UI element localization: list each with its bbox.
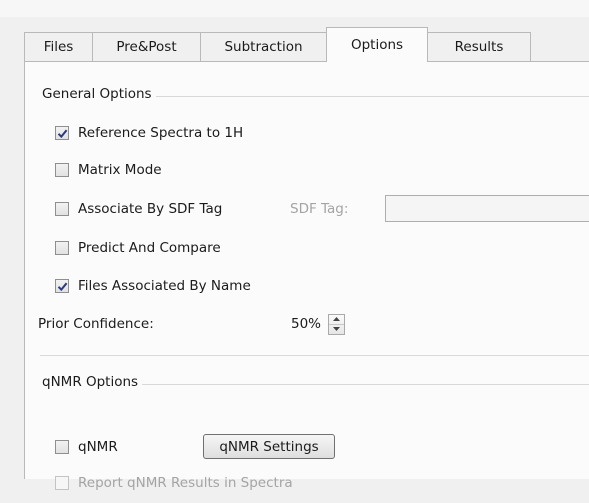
files-associated-row[interactable]: Files Associated By Name bbox=[55, 278, 251, 294]
tab-pre-post-label: Pre&Post bbox=[116, 39, 177, 55]
options-panel bbox=[24, 61, 589, 479]
associate-by-sdf-label: Associate By SDF Tag bbox=[78, 201, 223, 217]
files-associated-checkbox[interactable] bbox=[55, 279, 69, 293]
tab-files[interactable]: Files bbox=[24, 32, 93, 61]
reference-spectra-row[interactable]: Reference Spectra to 1H bbox=[55, 125, 243, 141]
general-options-title: General Options bbox=[38, 86, 156, 102]
predict-and-compare-label: Predict And Compare bbox=[78, 240, 221, 256]
predict-and-compare-row[interactable]: Predict And Compare bbox=[55, 240, 221, 256]
predict-and-compare-checkbox[interactable] bbox=[55, 241, 69, 255]
qnmr-row[interactable]: qNMR bbox=[55, 439, 118, 455]
tab-results[interactable]: Results bbox=[427, 32, 531, 61]
report-qnmr-label: Report qNMR Results in Spectra bbox=[78, 475, 293, 491]
check-icon bbox=[57, 129, 67, 138]
matrix-mode-row[interactable]: Matrix Mode bbox=[55, 162, 162, 178]
qnmr-label: qNMR bbox=[78, 439, 118, 455]
qnmr-settings-button-label: qNMR Settings bbox=[219, 438, 319, 455]
tab-subtraction-label: Subtraction bbox=[224, 39, 303, 55]
qnmr-settings-button[interactable]: qNMR Settings bbox=[203, 434, 335, 459]
sdf-tag-input[interactable] bbox=[385, 195, 589, 222]
tab-pre-post[interactable]: Pre&Post bbox=[92, 32, 201, 61]
files-associated-label: Files Associated By Name bbox=[78, 278, 251, 294]
qnmr-checkbox[interactable] bbox=[55, 440, 69, 454]
prior-confidence-label: Prior Confidence: bbox=[38, 316, 154, 332]
check-icon bbox=[57, 282, 67, 291]
sdf-tag-label: SDF Tag: bbox=[290, 201, 349, 217]
qnmr-options-top-line bbox=[40, 355, 589, 356]
associate-by-sdf-checkbox[interactable] bbox=[55, 202, 69, 216]
tab-subtraction[interactable]: Subtraction bbox=[200, 32, 327, 61]
report-qnmr-checkbox bbox=[55, 476, 69, 490]
prior-confidence-value: 50% bbox=[291, 316, 322, 332]
matrix-mode-label: Matrix Mode bbox=[78, 162, 162, 178]
qnmr-options-title: qNMR Options bbox=[38, 374, 143, 390]
top-strip bbox=[0, 0, 589, 17]
matrix-mode-checkbox[interactable] bbox=[55, 163, 69, 177]
associate-by-sdf-row[interactable]: Associate By SDF Tag bbox=[55, 201, 222, 217]
tab-options[interactable]: Options bbox=[326, 27, 428, 62]
spin-down-icon[interactable] bbox=[329, 325, 344, 334]
spin-up-icon[interactable] bbox=[329, 315, 345, 325]
reference-spectra-label: Reference Spectra to 1H bbox=[78, 125, 244, 141]
prior-confidence-spinbox[interactable]: 50% bbox=[291, 312, 346, 336]
tab-files-label: Files bbox=[43, 39, 74, 55]
reference-spectra-checkbox[interactable] bbox=[55, 126, 69, 140]
tab-results-label: Results bbox=[454, 39, 504, 55]
tab-options-label: Options bbox=[350, 37, 404, 53]
report-qnmr-row: Report qNMR Results in Spectra bbox=[55, 475, 293, 491]
prior-confidence-spinner[interactable] bbox=[328, 313, 346, 335]
